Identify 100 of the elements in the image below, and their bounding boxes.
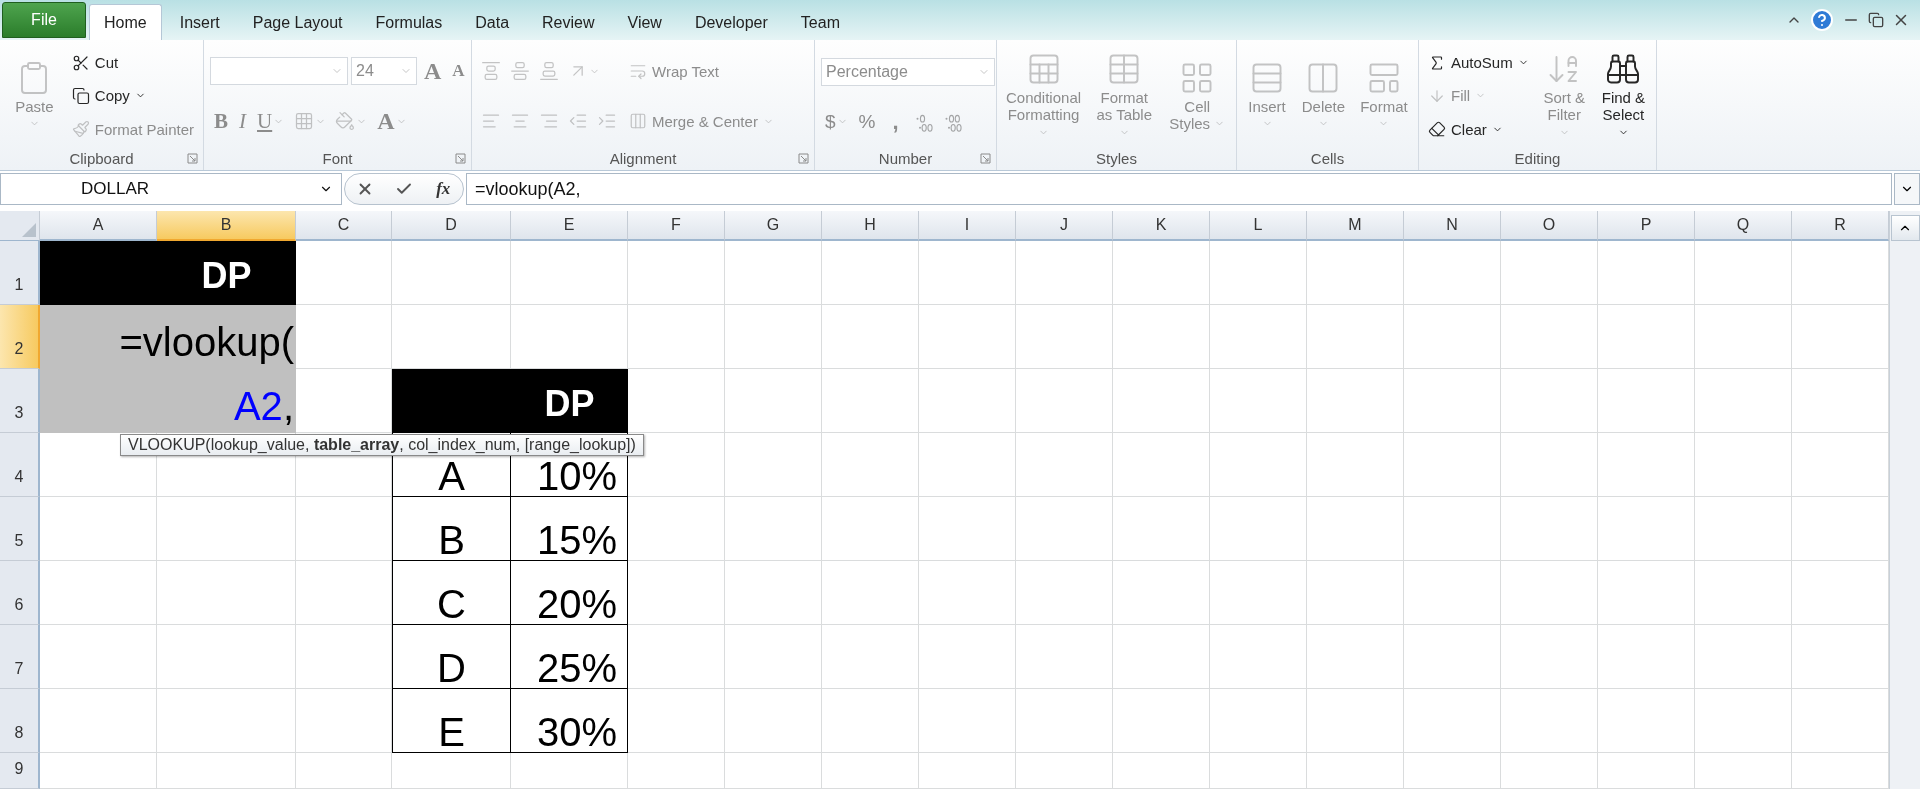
grid-cell[interactable] bbox=[157, 753, 296, 789]
grid-cell[interactable] bbox=[725, 689, 822, 753]
grid-cell[interactable] bbox=[1307, 241, 1404, 305]
grid-cell[interactable] bbox=[1404, 689, 1501, 753]
grid-cell[interactable] bbox=[1210, 241, 1307, 305]
row-header[interactable]: 6 bbox=[0, 561, 40, 625]
column-header[interactable]: Q bbox=[1695, 211, 1792, 241]
insert-function-button[interactable]: fx bbox=[434, 179, 453, 199]
grid-cell[interactable] bbox=[1695, 497, 1792, 561]
grid-cell[interactable] bbox=[1404, 433, 1501, 497]
grid-cell[interactable] bbox=[725, 433, 822, 497]
grid-cell[interactable] bbox=[40, 753, 157, 789]
grid-cell[interactable] bbox=[1113, 625, 1210, 689]
grid-cell[interactable] bbox=[157, 689, 296, 753]
grid-cell[interactable] bbox=[1598, 753, 1695, 789]
grid-cell[interactable] bbox=[1016, 369, 1113, 433]
help-icon[interactable] bbox=[1810, 8, 1834, 32]
column-header[interactable]: B bbox=[157, 211, 296, 241]
grid-cell[interactable] bbox=[628, 753, 725, 789]
grid-cell[interactable] bbox=[1016, 689, 1113, 753]
restore-icon[interactable] bbox=[1868, 12, 1884, 28]
grid-cell[interactable] bbox=[296, 753, 392, 789]
grid-cell[interactable] bbox=[725, 305, 822, 369]
grid-cell[interactable] bbox=[919, 625, 1016, 689]
grid-cell[interactable] bbox=[1695, 305, 1792, 369]
formula-field[interactable]: =vlookup(A2, bbox=[466, 173, 1892, 205]
column-header[interactable]: I bbox=[919, 211, 1016, 241]
grid-cell[interactable] bbox=[822, 433, 919, 497]
cell-editor[interactable]: =vlookup( A2, bbox=[40, 305, 296, 433]
grid-cell[interactable] bbox=[822, 561, 919, 625]
grid-cell[interactable] bbox=[822, 625, 919, 689]
ribbon-button[interactable]: Find & Select bbox=[1596, 49, 1650, 143]
grid-cell[interactable] bbox=[919, 497, 1016, 561]
grid-cell[interactable] bbox=[919, 241, 1016, 305]
grid-cell[interactable] bbox=[1113, 241, 1210, 305]
dialog-launcher-icon[interactable] bbox=[798, 152, 809, 164]
ribbon-tab[interactable]: View bbox=[612, 4, 677, 40]
grid-cell[interactable] bbox=[1598, 497, 1695, 561]
grid-cell[interactable] bbox=[919, 305, 1016, 369]
column-header[interactable]: L bbox=[1210, 211, 1307, 241]
grid-cell[interactable] bbox=[725, 625, 822, 689]
grid-cell[interactable] bbox=[1210, 497, 1307, 561]
grid-cell[interactable] bbox=[1307, 753, 1404, 789]
ribbon-tab[interactable]: Home bbox=[89, 4, 162, 40]
row-header[interactable]: 3 bbox=[0, 369, 40, 433]
grid-cell[interactable] bbox=[1501, 369, 1598, 433]
row-header[interactable]: 5 bbox=[0, 497, 40, 561]
column-header[interactable]: A bbox=[40, 211, 157, 241]
row-header[interactable]: 2 bbox=[0, 305, 40, 369]
ribbon-tab[interactable]: Review bbox=[527, 4, 610, 40]
column-header[interactable]: P bbox=[1598, 211, 1695, 241]
row-header[interactable]: 9 bbox=[0, 753, 40, 789]
dialog-launcher-icon[interactable] bbox=[980, 152, 991, 164]
grid-cell[interactable] bbox=[40, 625, 157, 689]
column-header[interactable]: O bbox=[1501, 211, 1598, 241]
grid-cell[interactable] bbox=[157, 497, 296, 561]
grid-cell[interactable] bbox=[40, 561, 157, 625]
ribbon-button[interactable]: AutoSum bbox=[1425, 51, 1532, 74]
grid-cell[interactable] bbox=[1016, 561, 1113, 625]
grid-cell[interactable] bbox=[1695, 561, 1792, 625]
grid-cell[interactable] bbox=[1016, 241, 1113, 305]
grid-cell[interactable] bbox=[157, 561, 296, 625]
grid-cell[interactable] bbox=[1501, 561, 1598, 625]
grid-cell[interactable] bbox=[1113, 305, 1210, 369]
grid-cell[interactable] bbox=[1113, 433, 1210, 497]
grid-cell[interactable] bbox=[1307, 369, 1404, 433]
column-header[interactable]: D bbox=[392, 211, 511, 241]
grid-cell[interactable] bbox=[1404, 753, 1501, 789]
ribbon-tab[interactable]: Formulas bbox=[360, 4, 458, 40]
grid-cell[interactable] bbox=[392, 241, 511, 305]
grid-cell[interactable] bbox=[919, 433, 1016, 497]
grid-cell[interactable] bbox=[1113, 753, 1210, 789]
scroll-up-button[interactable] bbox=[1890, 215, 1920, 241]
ribbon-tab[interactable]: Developer bbox=[679, 4, 783, 40]
grid-cell[interactable] bbox=[1307, 689, 1404, 753]
grid-cell[interactable] bbox=[1598, 241, 1695, 305]
grid-cell[interactable] bbox=[822, 369, 919, 433]
grid-cell[interactable] bbox=[1113, 689, 1210, 753]
grid-cell[interactable] bbox=[1695, 433, 1792, 497]
column-header[interactable]: N bbox=[1404, 211, 1501, 241]
grid-cell[interactable] bbox=[1404, 497, 1501, 561]
ribbon-button[interactable]: Cut bbox=[68, 51, 122, 74]
grid-cell[interactable] bbox=[1113, 369, 1210, 433]
ribbon-tab[interactable]: Page Layout bbox=[237, 4, 358, 40]
grid-cell[interactable] bbox=[1501, 433, 1598, 497]
grid-cell[interactable] bbox=[1695, 369, 1792, 433]
grid-cell[interactable] bbox=[1501, 625, 1598, 689]
grid-cell[interactable] bbox=[1598, 625, 1695, 689]
grid-cell[interactable] bbox=[1501, 753, 1598, 789]
column-header[interactable]: H bbox=[822, 211, 919, 241]
grid-cell[interactable] bbox=[1404, 369, 1501, 433]
grid-cell[interactable] bbox=[1695, 689, 1792, 753]
ribbon-tab[interactable]: Data bbox=[460, 4, 525, 40]
column-header[interactable]: G bbox=[725, 211, 822, 241]
row-header[interactable]: 7 bbox=[0, 625, 40, 689]
grid-cell[interactable] bbox=[1016, 497, 1113, 561]
ribbon-tab[interactable]: Insert bbox=[164, 4, 235, 40]
grid-cell[interactable] bbox=[1404, 241, 1501, 305]
grid-cell[interactable] bbox=[1695, 625, 1792, 689]
grid-cell[interactable] bbox=[40, 689, 157, 753]
